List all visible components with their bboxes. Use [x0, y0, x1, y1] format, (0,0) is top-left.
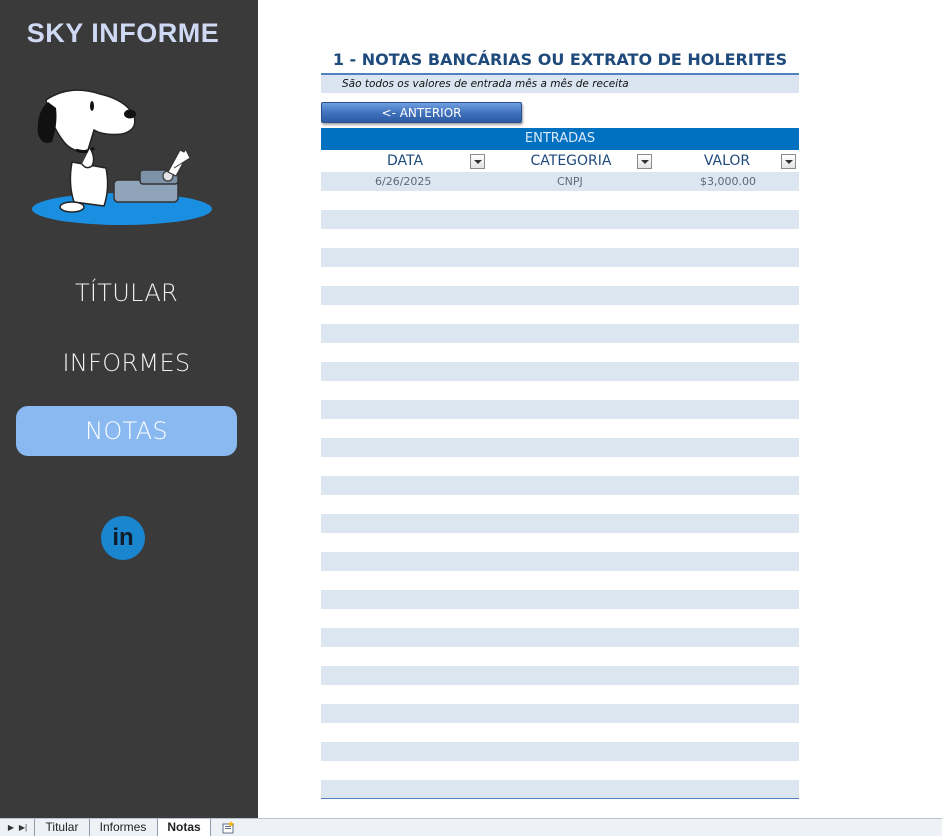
table-row[interactable] [321, 552, 799, 571]
scroll-last-sheet-icon[interactable]: ▶| [18, 823, 28, 833]
nav-item-notas[interactable]: NOTAS [16, 406, 237, 456]
table-row[interactable] [321, 324, 799, 343]
table-row[interactable] [321, 229, 799, 248]
sheet-tab-bar: ▶ ▶| Titular Informes Notas [0, 818, 942, 836]
brand-title: SKY INFORME [26, 18, 220, 48]
table-row[interactable] [321, 723, 799, 742]
sheet-tab-titular[interactable]: Titular [34, 819, 90, 836]
table-row[interactable] [321, 495, 799, 514]
table-row[interactable] [321, 590, 799, 609]
nav-item-titular[interactable]: TÍTULAR [16, 268, 237, 318]
table-row[interactable] [321, 742, 799, 761]
filter-dropdown-data[interactable] [470, 154, 485, 169]
table-row[interactable] [321, 533, 799, 552]
table-row[interactable] [321, 685, 799, 704]
table-row[interactable] [321, 267, 799, 286]
sheet-tab-informes[interactable]: Informes [89, 819, 158, 836]
table-row[interactable] [321, 381, 799, 400]
table-row[interactable] [321, 780, 799, 799]
cell-value[interactable]: $3,000.00 [700, 172, 756, 191]
page-subtitle: São todos os valores de entrada mês a mê… [321, 75, 799, 93]
column-header-data: DATA [386, 153, 424, 169]
filter-dropdown-categoria[interactable] [637, 154, 652, 169]
table-row[interactable] [321, 362, 799, 381]
filter-dropdown-valor[interactable] [781, 154, 796, 169]
table-row[interactable] [321, 191, 799, 210]
table-row[interactable] [321, 704, 799, 723]
table-row[interactable] [321, 438, 799, 457]
sidebar: SKY INFORME TÍTULAR INFORMES NOTAS in [0, 0, 258, 818]
table-banner: ENTRADAS [321, 128, 799, 150]
table-bottom-border [321, 798, 799, 799]
table-row[interactable] [321, 476, 799, 495]
table-row[interactable] [321, 666, 799, 685]
cell-date[interactable]: 6/26/2025 [375, 172, 431, 191]
nav-item-informes[interactable]: INFORMES [16, 338, 237, 388]
table-row[interactable] [321, 761, 799, 780]
table-row[interactable] [321, 457, 799, 476]
table-row[interactable] [321, 647, 799, 666]
scroll-next-sheet-icon[interactable]: ▶ [6, 823, 16, 833]
insert-sheet-icon[interactable] [222, 821, 236, 834]
table-row[interactable] [321, 628, 799, 647]
page-title: 1 - NOTAS BANCÁRIAS OU EXTRATO DE HOLERI… [332, 50, 788, 69]
sheet-tab-notas[interactable]: Notas [158, 819, 211, 836]
table-row[interactable] [321, 286, 799, 305]
table-body: 6/26/2025 CNPJ $3,000.00 [321, 172, 799, 799]
table-row[interactable] [321, 343, 799, 362]
table-row[interactable] [321, 571, 799, 590]
table-row[interactable] [321, 400, 799, 419]
table-row[interactable] [321, 210, 799, 229]
column-header-valor: VALOR [703, 153, 751, 169]
column-header-categoria: CATEGORIA [530, 153, 612, 169]
cell-category[interactable]: CNPJ [557, 172, 583, 191]
table-row[interactable] [321, 248, 799, 267]
table-row[interactable] [321, 305, 799, 324]
table-row[interactable] [321, 609, 799, 628]
table-row[interactable] [321, 419, 799, 438]
previous-button[interactable]: <- ANTERIOR [321, 102, 522, 123]
snoopy-typewriter-image [32, 89, 212, 225]
table-row[interactable] [321, 514, 799, 533]
table-header: DATA CATEGORIA VALOR [321, 151, 799, 172]
linkedin-icon[interactable]: in [101, 516, 145, 560]
table-row[interactable]: 6/26/2025 CNPJ $3,000.00 [321, 172, 799, 191]
